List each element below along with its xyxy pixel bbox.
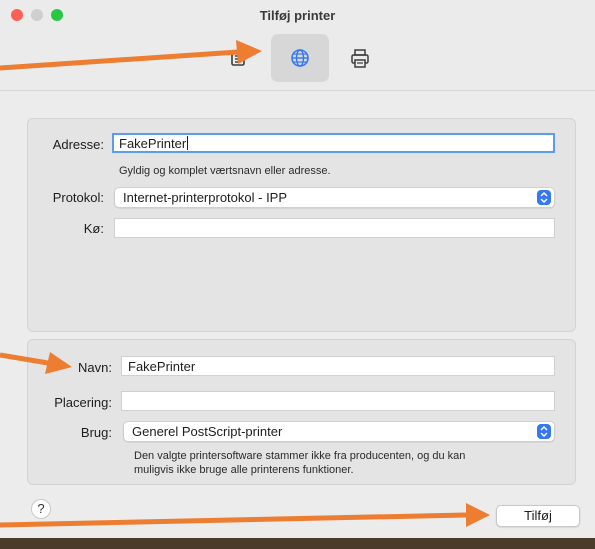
use-label: Brug: [80,425,112,440]
location-label: Placering: [54,395,112,410]
location-field[interactable] [121,391,555,411]
driver-value: Generel PostScript-printer [132,424,283,439]
text-caret [187,136,189,150]
chevron-updown-icon [537,424,551,439]
queue-label: Kø: [83,221,104,236]
default-printers-tab[interactable] [209,34,267,82]
globe-icon [291,49,309,67]
address-value: FakePrinter [119,136,187,151]
queue-field[interactable] [114,218,555,238]
add-printer-window: Tilføj printer Adresse: FakePrinter Gyld… [0,0,595,549]
printer-list-icon [231,50,245,66]
driver-note-line1: Den valgte printersoftware stammer ikke … [134,450,466,462]
title-bar: Tilføj printer [0,0,595,91]
windows-printer-tab[interactable] [331,34,389,82]
desktop-background [0,538,595,549]
window-title: Tilføj printer [259,8,336,23]
protocol-label: Protokol: [52,190,104,205]
address-field[interactable]: FakePrinter [112,133,555,153]
protocol-value: Internet-printerprotokol - IPP [123,190,288,205]
chevron-updown-icon [537,190,551,205]
driver-note-line2: muligvis ikke bruge alle printerens funk… [134,464,354,476]
driver-select[interactable]: Generel PostScript-printer [123,421,555,442]
ip-printer-tab[interactable] [271,34,329,82]
printer-icon [351,49,369,68]
name-field[interactable]: FakePrinter [121,356,555,376]
protocol-select[interactable]: Internet-printerprotokol - IPP [114,187,555,208]
name-label: Navn: [78,360,112,375]
address-hint: Gyldig og komplet værtsnavn eller adress… [119,165,331,177]
help-button[interactable]: ? [31,499,51,519]
address-label: Adresse: [52,137,104,152]
add-button[interactable]: Tilføj [496,505,580,527]
